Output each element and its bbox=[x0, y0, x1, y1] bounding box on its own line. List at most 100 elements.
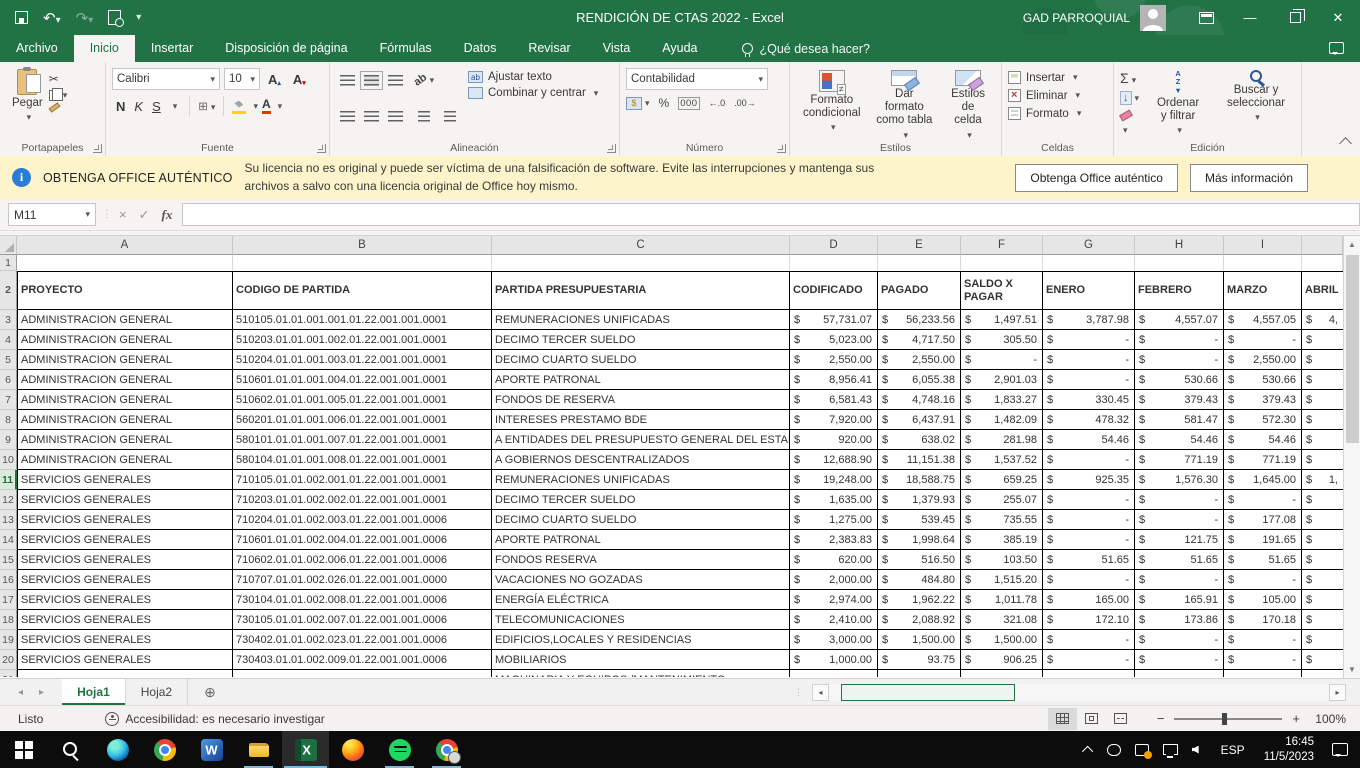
cell-codificado[interactable]: $2,550.00 bbox=[790, 350, 878, 370]
cell-codificado[interactable]: $920.00 bbox=[790, 430, 878, 450]
cell-codificado[interactable]: $12,688.90 bbox=[790, 450, 878, 470]
taskbar-app[interactable] bbox=[47, 731, 94, 768]
cell-codificado[interactable]: $620.00 bbox=[790, 550, 878, 570]
more-info-button[interactable]: Más información bbox=[1190, 164, 1308, 192]
ribbon-tab[interactable]: Inicio bbox=[74, 35, 135, 62]
cell-enero[interactable]: $51.65 bbox=[1043, 550, 1135, 570]
cell-marzo[interactable]: $4,557.05 bbox=[1224, 310, 1302, 330]
cell-febrero[interactable]: $- bbox=[1135, 330, 1224, 350]
cell-marzo[interactable]: $- bbox=[1224, 330, 1302, 350]
cell-enero[interactable]: $- bbox=[1043, 570, 1135, 590]
merge-center-button[interactable]: Combinar y centrar▾ bbox=[468, 87, 598, 99]
ribbon-tab[interactable]: Fórmulas bbox=[364, 35, 448, 62]
cell-partida[interactable]: APORTE PATRONAL bbox=[492, 530, 790, 550]
row-header[interactable]: 20 bbox=[0, 650, 17, 670]
cell-partida[interactable]: MOBILIARIOS bbox=[492, 650, 790, 670]
cell-pagado[interactable]: $516.50 bbox=[878, 550, 961, 570]
cell-enero[interactable]: $- bbox=[1043, 350, 1135, 370]
cell-saldo[interactable]: $1,011.78 bbox=[961, 590, 1043, 610]
cell-proyecto[interactable]: ADMINISTRACION GENERAL bbox=[17, 330, 233, 350]
row-header[interactable]: 10 bbox=[0, 450, 17, 470]
cell-pagado[interactable]: $1,379.93 bbox=[878, 490, 961, 510]
cell-pagado[interactable]: $2,088.92 bbox=[878, 610, 961, 630]
minimize-button[interactable]: — bbox=[1228, 0, 1272, 35]
cell-partida[interactable]: A GOBIERNOS DESCENTRALIZADOS bbox=[492, 450, 790, 470]
avatar[interactable] bbox=[1140, 5, 1166, 31]
format-cells-button[interactable]: Formato▾ bbox=[1008, 107, 1107, 120]
column-header[interactable]: G bbox=[1043, 236, 1135, 255]
cell-febrero[interactable]: $121.75 bbox=[1135, 530, 1224, 550]
cell-partida[interactable]: DECIMO CUARTO SUELDO bbox=[492, 350, 790, 370]
cell-marzo[interactable]: $177.08 bbox=[1224, 510, 1302, 530]
cell-pagado[interactable]: $1,500.00 bbox=[878, 630, 961, 650]
column-header[interactable]: I bbox=[1224, 236, 1302, 255]
cell-codificado[interactable]: $57,731.07 bbox=[790, 310, 878, 330]
cell-marzo[interactable]: $2,550.00 bbox=[1224, 350, 1302, 370]
cell-partida[interactable]: REMUNERACIONES UNIFICADAS bbox=[492, 310, 790, 330]
cell-codificado[interactable]: $2,410.00 bbox=[790, 610, 878, 630]
cell-abril[interactable]: $4, bbox=[1302, 310, 1343, 330]
cell-saldo[interactable]: $255.07 bbox=[961, 490, 1043, 510]
taskbar-app[interactable] bbox=[282, 731, 329, 768]
underline-button[interactable]: S bbox=[152, 99, 161, 114]
row-header[interactable]: 13 bbox=[0, 510, 17, 530]
cancel-icon[interactable]: × bbox=[119, 207, 127, 222]
cell-febrero[interactable]: $- bbox=[1135, 510, 1224, 530]
cell-pagado[interactable]: $56,233.56 bbox=[878, 310, 961, 330]
autosum-button[interactable]: Σ▾ bbox=[1120, 71, 1139, 86]
font-dialog-launcher[interactable] bbox=[317, 144, 326, 153]
cell-codigo[interactable]: 710602.01.01.002.006.01.22.001.001.0006 bbox=[233, 550, 492, 570]
insert-function-icon[interactable]: fx bbox=[162, 207, 173, 223]
cell-marzo[interactable]: $1,645.00 bbox=[1224, 470, 1302, 490]
cell-pagado[interactable]: $2,550.00 bbox=[878, 350, 961, 370]
cell-partida[interactable]: TELECOMUNICACIONES bbox=[492, 610, 790, 630]
cell-abril[interactable]: $ bbox=[1302, 570, 1343, 590]
cell-proyecto[interactable]: SERVICIOS GENERALES bbox=[17, 590, 233, 610]
new-sheet-button[interactable]: ⊕ bbox=[188, 679, 232, 705]
cell-saldo[interactable]: $1,500.00 bbox=[961, 630, 1043, 650]
cell-abril[interactable]: $ bbox=[1302, 350, 1343, 370]
cell-codificado[interactable]: $2,000.00 bbox=[790, 570, 878, 590]
cell-codificado[interactable]: $19,248.00 bbox=[790, 470, 878, 490]
column-header[interactable]: B bbox=[233, 236, 492, 255]
vertical-scroll-thumb[interactable] bbox=[1346, 255, 1359, 443]
format-as-table-button[interactable]: Dar formato como tabla▾ bbox=[868, 66, 942, 140]
cell-partida[interactable]: INTERESES PRESTAMO BDE bbox=[492, 410, 790, 430]
language-indicator[interactable]: ESP bbox=[1212, 743, 1254, 757]
cell-enero[interactable]: $478.32 bbox=[1043, 410, 1135, 430]
row-header[interactable]: 18 bbox=[0, 610, 17, 630]
cell-proyecto[interactable]: SERVICIOS GENERALES bbox=[17, 470, 233, 490]
taskbar-app[interactable] bbox=[329, 731, 376, 768]
cell-codigo[interactable]: 510105.01.01.001.001.01.22.001.001.0001 bbox=[233, 310, 492, 330]
cell-codificado[interactable]: $1,635.00 bbox=[790, 490, 878, 510]
cell-pagado[interactable]: $1,998.64 bbox=[878, 530, 961, 550]
taskbar-app[interactable] bbox=[141, 731, 188, 768]
cell-febrero[interactable]: $165.91 bbox=[1135, 590, 1224, 610]
cell-enero[interactable]: $- bbox=[1043, 630, 1135, 650]
cell-saldo[interactable]: $385.19 bbox=[961, 530, 1043, 550]
cell-febrero[interactable]: $- bbox=[1135, 650, 1224, 670]
cell-saldo[interactable]: $103.50 bbox=[961, 550, 1043, 570]
cell-proyecto[interactable]: SERVICIOS GENERALES bbox=[17, 630, 233, 650]
cell-abril[interactable]: $ bbox=[1302, 410, 1343, 430]
ribbon-tab[interactable]: Disposición de página bbox=[209, 35, 363, 62]
cell-marzo[interactable]: $- bbox=[1224, 570, 1302, 590]
cell-codificado[interactable]: $1,275.00 bbox=[790, 510, 878, 530]
tell-me-box[interactable]: ¿Qué desea hacer? bbox=[742, 35, 871, 62]
font-size-select[interactable]: 10▾ bbox=[224, 68, 260, 90]
cell-proyecto[interactable]: SERVICIOS GENERALES bbox=[17, 530, 233, 550]
cell-saldo[interactable]: $321.08 bbox=[961, 610, 1043, 630]
cell-febrero[interactable]: $771.19 bbox=[1135, 450, 1224, 470]
cell-proyecto[interactable]: ADMINISTRACION GENERAL bbox=[17, 310, 233, 330]
header-codigo[interactable]: CODIGO DE PARTIDA bbox=[233, 271, 492, 310]
cell-febrero[interactable]: $- bbox=[1135, 490, 1224, 510]
cell-abril[interactable]: $ bbox=[1302, 430, 1343, 450]
collapse-ribbon-icon[interactable] bbox=[1339, 137, 1352, 150]
row-header[interactable]: 5 bbox=[0, 350, 17, 370]
cell-codigo[interactable]: 730402.01.01.002.023.01.22.001.001.0006 bbox=[233, 630, 492, 650]
shrink-font-button[interactable]: A▾ bbox=[289, 71, 310, 88]
tray-volume-icon[interactable] bbox=[1185, 731, 1212, 768]
cell-partida[interactable]: DECIMO TERCER SUELDO bbox=[492, 490, 790, 510]
cell-abril[interactable]: $ bbox=[1302, 630, 1343, 650]
enter-icon[interactable]: ✓ bbox=[139, 207, 150, 223]
